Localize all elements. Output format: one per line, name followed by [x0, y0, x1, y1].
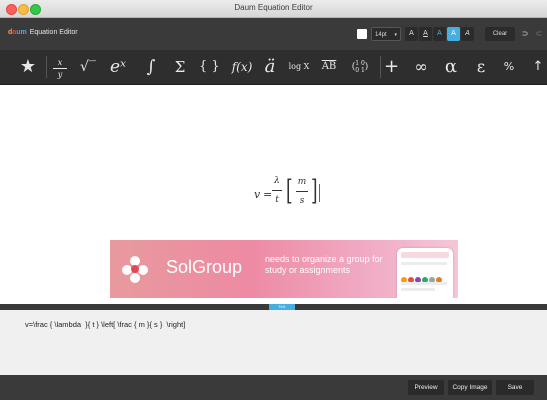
alpha-icon[interactable]: α	[444, 50, 458, 84]
equation-canvas[interactable]: v = λ t [ m s ] SolGroup needs to organi…	[0, 85, 547, 304]
fraction-numerator: m	[297, 177, 307, 187]
brackets-icon[interactable]: { }	[199, 50, 220, 84]
format-color-button[interactable]: A	[433, 27, 446, 41]
format-bold-button[interactable]: A	[405, 27, 418, 41]
formula-fraction-lambda-t: λ t	[272, 175, 282, 207]
app-name: Equation Editor	[29, 29, 78, 36]
root-icon[interactable]: √‾	[78, 50, 98, 84]
solgroup-logo-icon	[122, 256, 148, 283]
epsilon-icon[interactable]: ε	[474, 50, 488, 84]
font-size-select[interactable]: 14pt ▾	[371, 27, 401, 41]
formula-left-bracket: [	[286, 174, 293, 207]
bottom-bar: Preview Copy Image Save	[0, 375, 547, 400]
text-cursor	[319, 184, 320, 202]
brand-wordmark: daum	[8, 29, 27, 36]
latex-source-text: v=\frac { \lambda }{ t } \left[ \frac { …	[25, 320, 186, 329]
window-title: Daum Equation Editor	[234, 3, 313, 12]
sum-icon[interactable]: Σ	[172, 50, 188, 84]
rendered-formula[interactable]: v = λ t [ m s ]	[254, 175, 344, 219]
star-icon[interactable]: ★	[18, 50, 38, 84]
phone-line	[401, 262, 447, 265]
redo-icon[interactable]: ⊂	[533, 27, 545, 41]
ad-brand-name: SolGroup	[166, 257, 243, 277]
app-logo: daum Equation Editor	[8, 29, 78, 36]
matrix-icon[interactable]: (1 00 1)	[346, 50, 374, 84]
phone-header	[401, 252, 449, 258]
app-header: daum Equation Editor 14pt ▾ A A A A A Clea…	[0, 18, 547, 50]
logo-core	[131, 265, 139, 273]
fraction-numerator: λ	[274, 176, 280, 186]
formula-lhs: v	[254, 188, 261, 201]
brand-letter: m	[20, 29, 27, 36]
fraction-denominator: t	[275, 195, 279, 205]
formula-fraction-m-s: m s	[296, 176, 308, 208]
toolbar-divider	[46, 56, 47, 78]
font-size-value: 14pt	[375, 32, 387, 38]
logo-dot	[130, 273, 140, 283]
format-italic-button[interactable]: A	[461, 27, 474, 41]
fraction-bar	[272, 190, 282, 191]
app-window: Daum Equation Editor daum Equation Editor…	[0, 0, 547, 400]
log-icon[interactable]: log X	[286, 50, 312, 84]
chevron-down-icon: ▾	[394, 32, 397, 38]
percent-icon[interactable]: %	[502, 50, 516, 84]
title-bar: Daum Equation Editor	[0, 0, 547, 18]
toolbar-divider	[380, 56, 381, 78]
background-color-checkbox[interactable]	[357, 29, 367, 39]
arrow-up-icon[interactable]: ↑	[532, 50, 544, 84]
copy-image-button[interactable]: Copy Image	[448, 380, 492, 395]
fraction-denominator: s	[299, 196, 305, 206]
accent-icon[interactable]: ä	[262, 50, 278, 84]
phone-mockup-image	[397, 248, 453, 298]
clear-button[interactable]: Clear	[485, 27, 515, 41]
matrix-icon-body: 1 00 1	[355, 59, 365, 74]
infinity-icon[interactable]: ∞	[412, 50, 430, 84]
phone-line	[401, 282, 447, 285]
logo-dot	[138, 265, 148, 275]
preview-button[interactable]: Preview	[408, 380, 444, 395]
fraction-icon-num: x	[53, 57, 67, 69]
undo-icon[interactable]: ⊃	[519, 27, 531, 41]
overline-icon[interactable]: AB	[320, 50, 338, 84]
ad-banner[interactable]: SolGroup needs to organize a group for s…	[110, 240, 458, 298]
ad-copy: needs to organize a group for study or a…	[265, 254, 383, 275]
fraction-icon-den: y	[57, 70, 63, 79]
plus-icon[interactable]: +	[384, 50, 399, 84]
integral-icon[interactable]: ∫	[144, 50, 158, 84]
phone-line	[401, 288, 435, 291]
formula-right-bracket: ]	[311, 174, 318, 207]
formula-equals: =	[263, 188, 273, 201]
format-highlight-button[interactable]: A	[447, 27, 460, 41]
exponent-icon[interactable]: eˣ	[108, 50, 128, 84]
function-icon[interactable]: f(x)	[228, 50, 256, 84]
fraction-bar	[296, 191, 308, 192]
phone-avatars	[401, 270, 443, 288]
fraction-icon[interactable]: xy	[53, 57, 67, 79]
save-button[interactable]: Save	[496, 380, 534, 395]
symbol-toolbar: ★ xy √‾ eˣ ∫ Σ { } f(x) ä log X AB (1 00…	[0, 50, 547, 85]
format-underline-button[interactable]: A	[419, 27, 432, 41]
latex-source-editor[interactable]: v=\frac { \lambda }{ t } \left[ \frac { …	[0, 310, 547, 375]
